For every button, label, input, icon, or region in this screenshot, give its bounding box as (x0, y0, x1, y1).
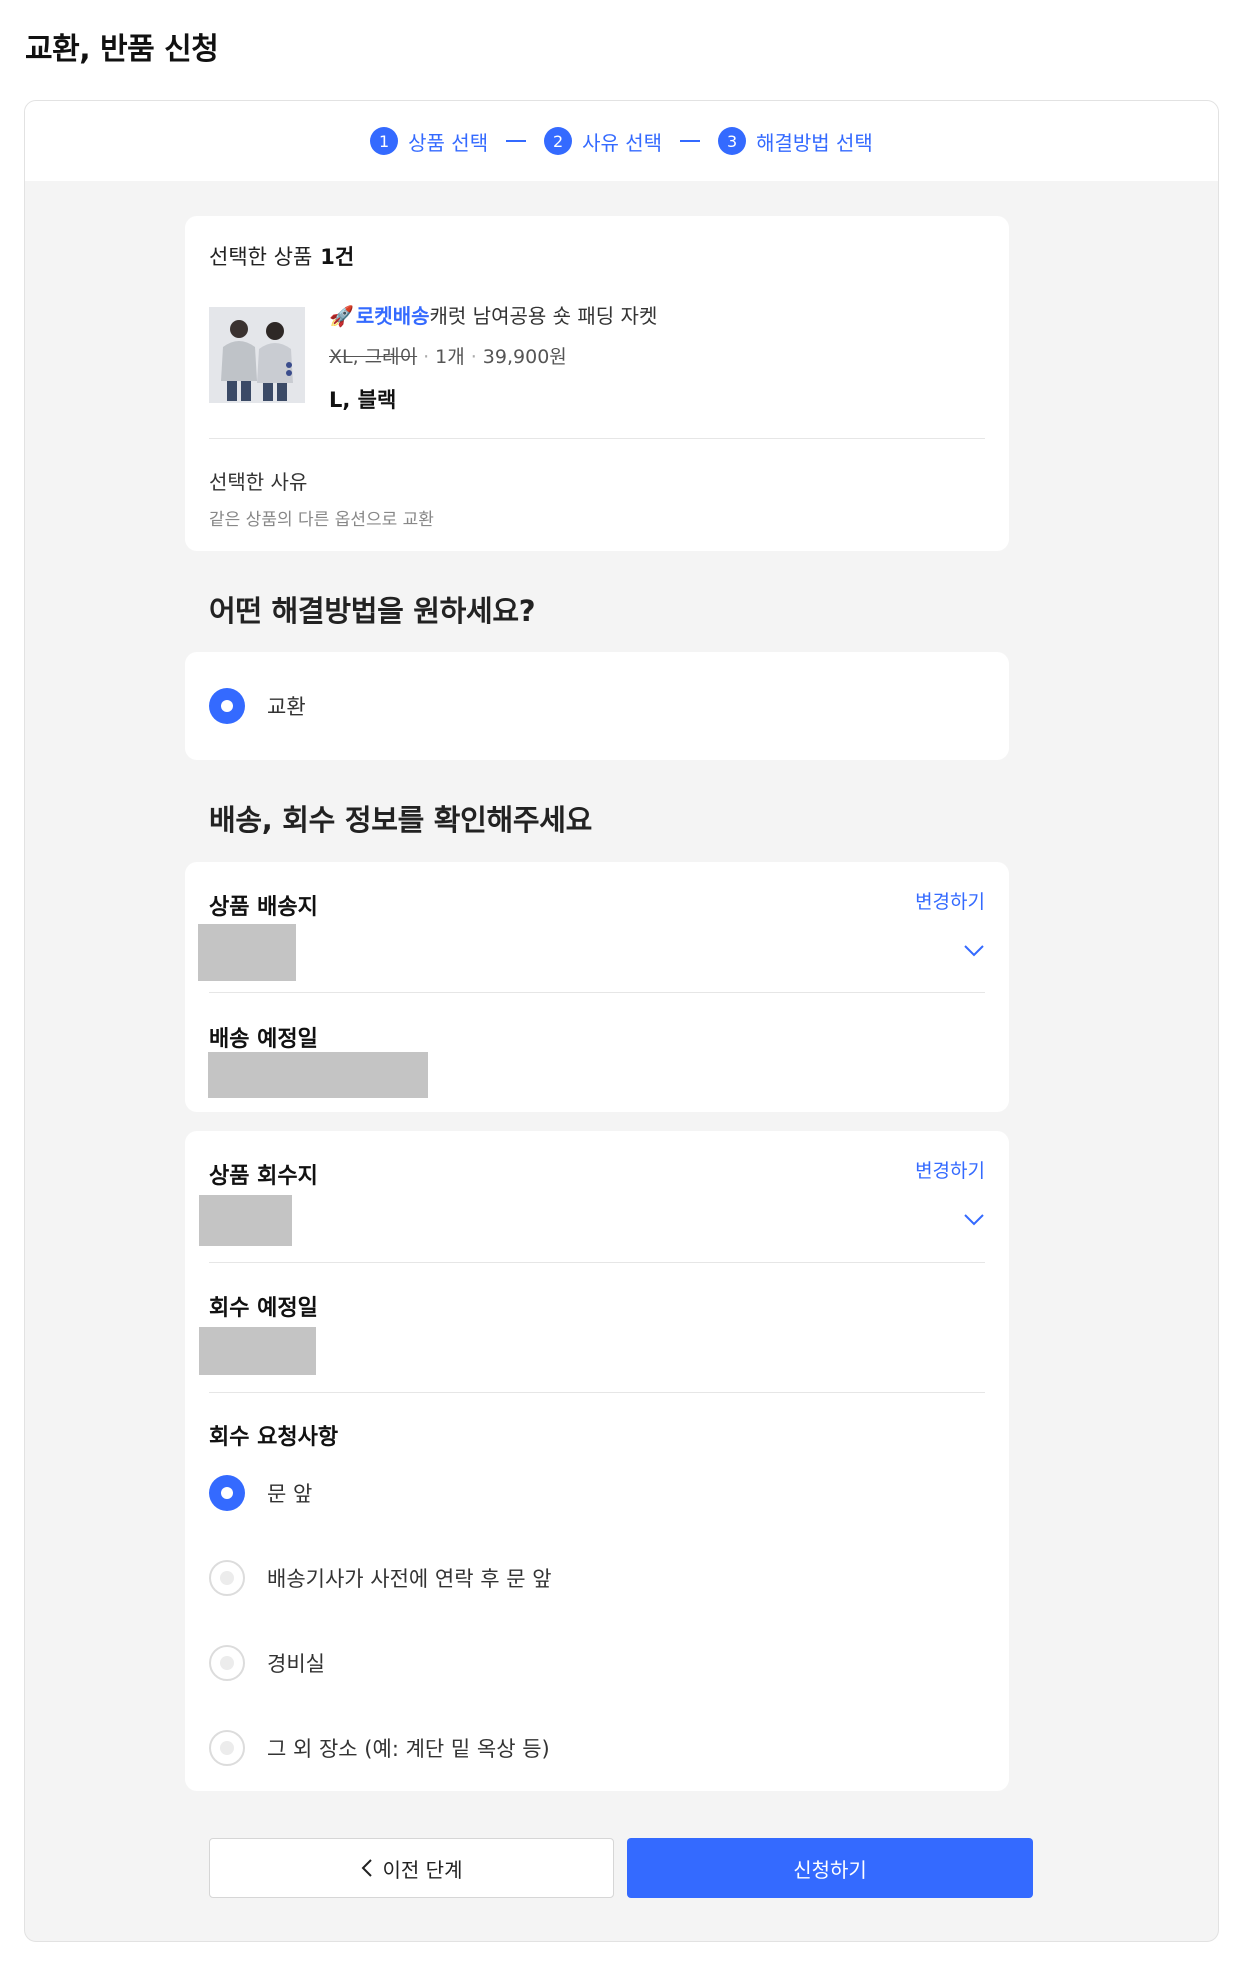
product-meta: XL, 그레이 · 1개 · 39,900원 (329, 342, 567, 369)
shipping-heading: 배송, 회수 정보를 확인해주세요 (209, 803, 593, 837)
resolution-option-label: 교환 (267, 695, 306, 719)
pickup-date-label: 회수 예정일 (209, 1296, 318, 1321)
divider (209, 438, 985, 439)
request-option-label: 배송기사가 사전에 연락 후 문 앞 (267, 1567, 552, 1591)
pickup-request-label: 회수 요청사항 (209, 1425, 339, 1450)
change-pickup-address-link[interactable]: 변경하기 (915, 1156, 985, 1183)
step-product: 1 상품 선택 (370, 127, 488, 156)
delivery-date-label: 배송 예정일 (209, 1027, 318, 1052)
radio-selected-icon[interactable] (209, 1475, 245, 1511)
page-title: 교환, 반품 신청 (25, 32, 219, 67)
request-option-label: 문 앞 (267, 1482, 313, 1506)
resolution-option-exchange[interactable]: 교환 (209, 688, 306, 724)
resolution-card: 교환 (185, 652, 1009, 760)
resolution-heading: 어떤 해결방법을 원하세요? (209, 594, 536, 628)
product-name-line: 🚀 로켓배송캐럿 남여공용 숏 패딩 자켓 (329, 300, 657, 329)
radio-selected-icon[interactable] (209, 688, 245, 724)
pickup-card: 상품 회수지 변경하기 회수 예정일 회수 요청사항 문 앞 배송기사가 사전에… (185, 1131, 1009, 1791)
delivery-address-redacted (198, 924, 296, 981)
request-option-door[interactable]: 문 앞 (209, 1475, 312, 1511)
product-price: 39,900원 (482, 346, 567, 368)
product-thumbnail (209, 307, 305, 403)
step-resolution: 3 해결방법 선택 (718, 127, 873, 156)
selected-product-title: 선택한 상품 (209, 245, 313, 269)
step-reason: 2 사유 선택 (544, 127, 662, 156)
product-name: 캐럿 남여공용 숏 패딩 자켓 (429, 304, 658, 328)
selected-reason-value: 같은 상품의 다른 옵션으로 교환 (209, 510, 434, 530)
old-option: XL, 그레이 (329, 346, 418, 368)
step-number-icon: 3 (718, 127, 747, 155)
step-divider (506, 140, 527, 142)
new-option: L, 블랙 (329, 388, 397, 412)
separator-dot: · (470, 346, 477, 368)
delivery-date-redacted (208, 1052, 428, 1098)
delivery-card: 상품 배송지 변경하기 배송 예정일 (185, 862, 1009, 1112)
request-option-security-office[interactable]: 경비실 (209, 1645, 325, 1681)
request-option-call-first[interactable]: 배송기사가 사전에 연락 후 문 앞 (209, 1560, 552, 1596)
divider (209, 1262, 985, 1263)
pickup-address-label: 상품 회수지 (209, 1164, 318, 1189)
submit-label: 신청하기 (793, 1857, 867, 1882)
pickup-date-redacted (199, 1327, 316, 1375)
selected-product-heading: 선택한 상품 1건 (209, 241, 354, 271)
divider (209, 1392, 985, 1393)
rocket-icon: 🚀 (329, 304, 354, 328)
step-divider (680, 140, 701, 142)
product-qty: 1개 (435, 346, 465, 368)
previous-step-label: 이전 단계 (382, 1857, 463, 1882)
rocket-delivery-badge: 로켓배송 (355, 304, 430, 328)
chevron-down-icon[interactable] (963, 944, 985, 958)
chevron-left-icon (361, 1859, 372, 1877)
selected-count: 1건 (320, 245, 355, 269)
radio-unselected-icon[interactable] (209, 1730, 245, 1766)
step-number-icon: 2 (544, 127, 573, 155)
selected-reason-label: 선택한 사유 (209, 470, 308, 494)
chevron-down-icon[interactable] (963, 1213, 985, 1227)
request-option-other[interactable]: 그 외 장소 (예: 계단 밑 옥상 등) (209, 1730, 550, 1766)
radio-unselected-icon[interactable] (209, 1645, 245, 1681)
step-number-icon: 1 (370, 127, 399, 155)
change-delivery-address-link[interactable]: 변경하기 (915, 887, 985, 914)
request-option-label: 그 외 장소 (예: 계단 밑 옥상 등) (267, 1737, 550, 1761)
product-image (209, 307, 305, 403)
divider (209, 992, 985, 993)
submit-button[interactable]: 신청하기 (627, 1838, 1033, 1898)
request-option-label: 경비실 (267, 1652, 325, 1676)
step-label: 사유 선택 (582, 130, 663, 155)
selected-product-card: 선택한 상품 1건 🚀 로켓배송캐럿 남여공용 숏 패딩 자켓 XL, 그레이 · 1개… (185, 216, 1009, 551)
separator-dot: · (423, 346, 430, 368)
pickup-address-redacted (199, 1195, 292, 1246)
previous-step-button[interactable]: 이전 단계 (209, 1838, 614, 1898)
stepper: 1 상품 선택 2 사유 선택 3 해결방법 선택 (25, 101, 1218, 181)
delivery-address-label: 상품 배송지 (209, 895, 318, 920)
step-label: 상품 선택 (408, 130, 489, 155)
step-label: 해결방법 선택 (756, 130, 873, 155)
radio-unselected-icon[interactable] (209, 1560, 245, 1596)
